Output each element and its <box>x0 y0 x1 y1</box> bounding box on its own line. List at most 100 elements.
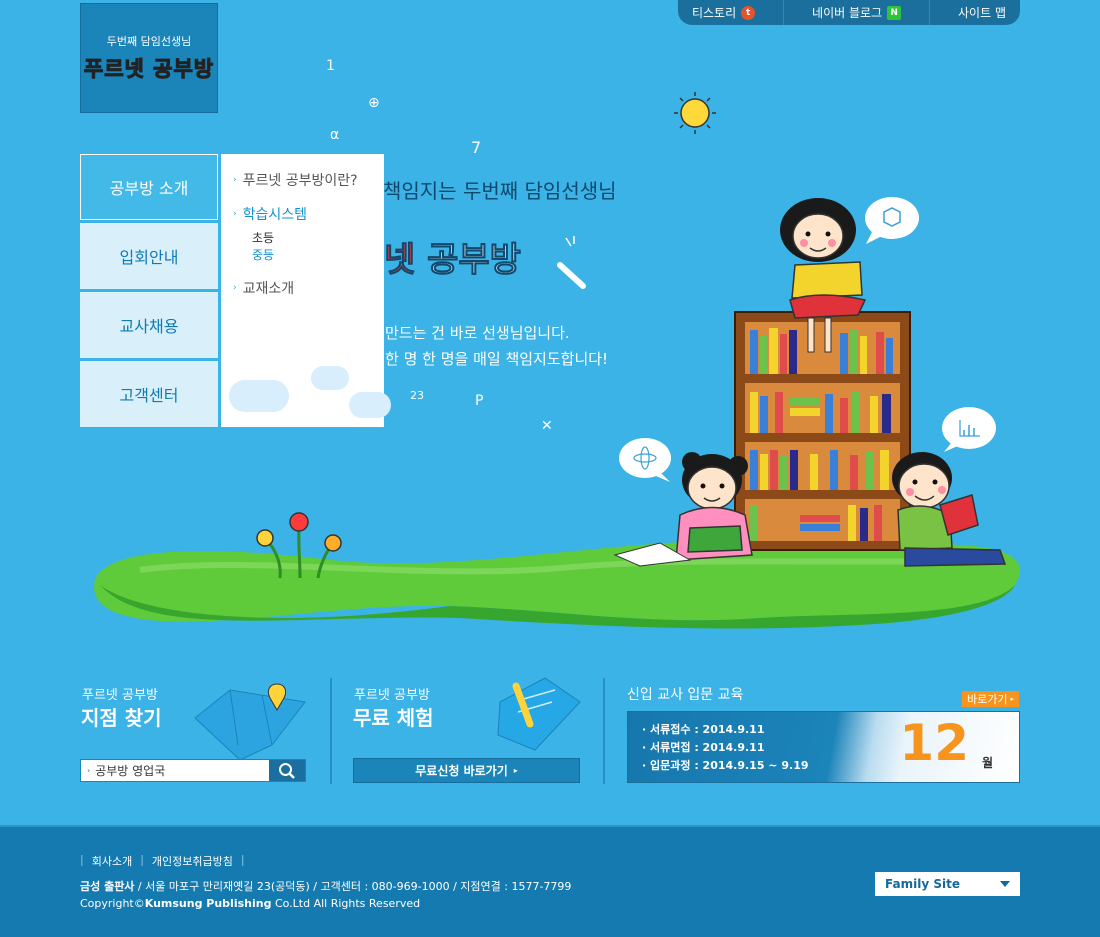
divider: | <box>80 853 84 866</box>
tistory-link[interactable]: 티스토리 t <box>691 4 756 21</box>
arrow-right-icon: ▸ <box>513 766 518 775</box>
hero-title-part: 공부방 <box>415 240 522 281</box>
nav-submenu: › 푸르넷 공부방이란? › 학습시스템 초등 중등 › 교재소개 <box>221 154 391 427</box>
map-icon <box>194 683 306 761</box>
submenu-subitem-middle[interactable]: 중등 <box>252 247 372 264</box>
nav-item-recruit[interactable]: 교사채용 <box>80 292 218 358</box>
logo-title-part: 넷 공부방 <box>124 57 215 82</box>
sitemap-link[interactable]: 사이트 맵 <box>958 4 1006 21</box>
search-button[interactable] <box>269 760 305 781</box>
branch-search: › 공부방 영업국 <box>80 759 306 782</box>
logo-title: 푸르넷 공부방 <box>83 53 215 83</box>
edu-month-number: 12 <box>899 714 969 772</box>
submenu-subitems: 초등 중등 <box>252 230 372 264</box>
arrow-right-icon: › <box>233 209 237 219</box>
hero-title: 넷 공부방 <box>383 232 522 281</box>
copyright-part: Kumsung Publishing <box>144 897 272 910</box>
naver-blog-label: 네이버 블로그 <box>812 6 883 20</box>
copyright-part: Copyright© <box>80 897 145 910</box>
footer-copyright: Copyright©Kumsung Publishing Co.Ltd All … <box>80 897 420 910</box>
trial-title: 무료 체험 <box>353 706 434 730</box>
submenu-item-about[interactable]: › 푸르넷 공부방이란? <box>233 170 372 190</box>
hero-desc-line: 만드는 건 바로 선생님입니다. <box>385 324 570 342</box>
floating-symbol: P <box>475 393 484 409</box>
divider: | <box>140 853 144 866</box>
hero-description: 만드는 건 바로 선생님입니다. 한 명 한 명을 매일 책임지도합니다! <box>385 320 608 372</box>
nav-item-membership[interactable]: 입회안내 <box>80 223 218 289</box>
arrow-right-icon: › <box>233 175 237 185</box>
footer-address-text: / 서울 마포구 만리재옛길 23(공덕동) / 고객센터 : 080-969-… <box>134 880 572 893</box>
branch-label: 푸르넷 공부방 <box>82 688 158 703</box>
submenu-item-label: 학습시스템 <box>242 207 308 223</box>
floating-symbol: 23 <box>410 389 424 402</box>
free-trial-button[interactable]: 무료신청 바로가기 ▸ <box>353 758 580 783</box>
tistory-icon: t <box>741 5 756 20</box>
divider: | <box>240 853 245 866</box>
logo-subtitle: 두번째 담임선생님 <box>106 35 192 48</box>
bookshelf <box>734 311 911 551</box>
section-divider <box>330 678 332 784</box>
copyright-part: Co.Ltd All Rights Reserved <box>271 897 421 910</box>
search-icon <box>279 762 295 779</box>
edu-schedule-item: · 서류면접 : 2014.9.11 <box>642 741 765 754</box>
notebook-icon <box>497 677 581 751</box>
cloud-decoration <box>311 366 349 390</box>
arrow-right-icon: ▸ <box>1010 695 1014 703</box>
submenu-subitem-elementary[interactable]: 초등 <box>252 230 372 247</box>
floating-symbol: α <box>330 127 340 143</box>
footer-company: 금성 출판사 <box>80 880 135 893</box>
tistory-label: 티스토리 <box>691 6 737 20</box>
hero-title-part: 넷 <box>383 240 416 281</box>
naver-blog-link[interactable]: 네이버 블로그 N <box>812 4 902 21</box>
edu-month-unit: 월 <box>981 756 993 770</box>
globe-icon: ⊕ <box>368 95 380 111</box>
edu-schedule-item: · 서류접수 : 2014.9.11 <box>642 723 765 736</box>
chevron-down-icon <box>1000 881 1010 887</box>
floating-symbol: 7 <box>471 138 482 157</box>
floating-symbol: 1 <box>326 58 335 74</box>
footer-links: | 회사소개 | 개인정보취급방침 | <box>80 853 245 869</box>
section-divider <box>603 678 605 784</box>
branch-search-value: 공부방 영업국 <box>95 764 166 778</box>
floating-symbol: ✕ <box>541 418 553 434</box>
logo-title-part: 푸 <box>83 57 105 82</box>
naver-icon: N <box>887 5 902 20</box>
pencil-doodle <box>557 236 586 289</box>
footer: | 회사소개 | 개인정보취급방침 | 금성 출판사 / 서울 마포구 만리재옛… <box>0 825 1100 937</box>
speech-bubble-atom-icon <box>619 438 671 482</box>
hero-desc-line: 한 명 한 명을 매일 책임지도합니다! <box>385 350 609 368</box>
divider <box>929 0 931 25</box>
edu-schedule-box: · 서류접수 : 2014.9.11 · 서류면접 : 2014.9.11 · … <box>627 711 1020 783</box>
sun-icon <box>674 92 716 134</box>
footer-link-privacy[interactable]: 개인정보취급방침 <box>152 853 233 869</box>
page: 1 ⊕ α 7 23 P ✕ 티스토리 t 네이버 블로그 N 사이트 맵 두번째 … <box>0 0 1100 937</box>
edu-more-button[interactable]: 바로가기 ▸ <box>962 691 1019 707</box>
free-trial-button-label: 무료신청 바로가기 <box>415 764 508 778</box>
speech-bubble-cube-icon <box>865 197 919 244</box>
submenu-item-textbook[interactable]: › 교재소개 <box>233 278 372 298</box>
submenu-item-label: 교재소개 <box>242 281 295 297</box>
divider <box>783 0 785 25</box>
top-utility-bar: 티스토리 t 네이버 블로그 N 사이트 맵 <box>678 0 1020 25</box>
family-site-label: Family Site <box>885 877 960 891</box>
logo-title-part: 르 <box>104 57 125 82</box>
cloud-decoration <box>349 392 391 418</box>
site-logo[interactable]: 두번째 담임선생님 푸르넷 공부방 <box>80 3 218 113</box>
sitemap-label: 사이트 맵 <box>958 6 1006 20</box>
hero-tagline: 책임지는 두번째 담임선생님 <box>383 179 617 203</box>
branch-title: 지점 찾기 <box>81 706 162 730</box>
edu-schedule-list: · 서류접수 : 2014.9.11 · 서류면접 : 2014.9.11 · … <box>642 721 809 775</box>
submenu-item-system[interactable]: › 학습시스템 <box>233 204 372 224</box>
nav-item-intro[interactable]: 공부방 소개 <box>80 154 218 220</box>
submenu-item-label: 푸르넷 공부방이란? <box>242 173 358 189</box>
branch-search-input[interactable]: › 공부방 영업국 <box>81 760 269 781</box>
speech-bubble-chart-icon <box>942 407 996 452</box>
footer-link-company[interactable]: 회사소개 <box>92 853 132 869</box>
grass-island <box>94 539 1020 622</box>
family-site-select[interactable]: Family Site <box>875 872 1020 896</box>
cloud-decoration <box>229 380 289 412</box>
nav-item-support[interactable]: 고객센터 <box>80 361 218 427</box>
arrow-right-icon: › <box>87 766 91 775</box>
arrow-right-icon: › <box>233 283 237 293</box>
hero-illustration <box>94 92 1020 761</box>
